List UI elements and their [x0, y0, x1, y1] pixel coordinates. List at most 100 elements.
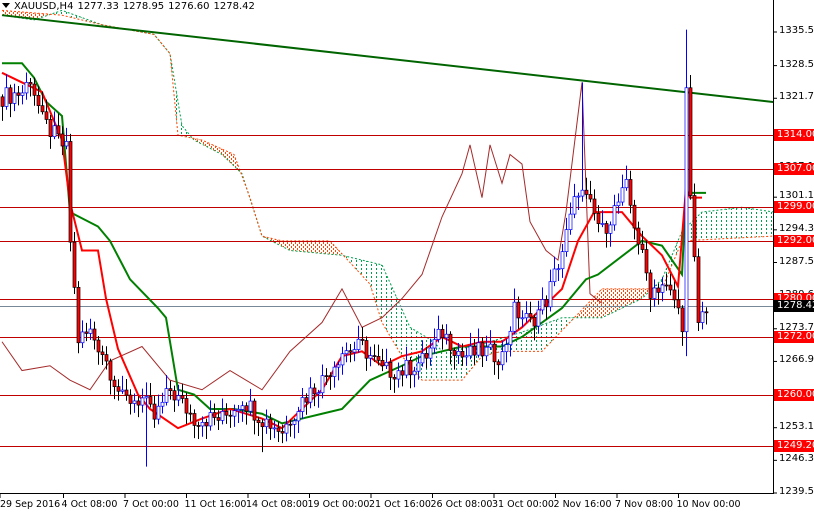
cloud-segment — [336, 247, 338, 255]
bear-candle-body — [664, 284, 669, 287]
cloud-segment — [324, 240, 326, 254]
bull-candle-body — [444, 333, 449, 339]
cloud-segment — [632, 288, 634, 304]
cloud-segment — [740, 207, 742, 238]
bull-candle-body — [520, 317, 525, 320]
dropdown-triangle-icon[interactable] — [2, 3, 10, 8]
bear-candle-body — [128, 394, 133, 404]
cloud-segment — [608, 288, 610, 315]
bull-candle-body — [296, 411, 301, 422]
bear-candle-body — [40, 105, 45, 113]
bear-candle-body — [188, 412, 193, 415]
trendline — [1, 14, 775, 104]
current-price-tag: 1278.42 — [774, 300, 814, 313]
bull-candle-body — [624, 179, 629, 189]
cloud-segment — [446, 350, 448, 381]
bear-candle-body — [100, 351, 105, 355]
cloud-segment — [520, 332, 522, 352]
axis-ticks — [0, 31, 777, 498]
ichimoku-cloud — [1, 9, 775, 381]
bull-candle-body — [80, 331, 85, 344]
cloud-segment — [366, 261, 368, 282]
bear-candle-body — [192, 413, 197, 426]
bull-candle-body — [508, 330, 513, 346]
cloud-segment — [322, 240, 324, 254]
bull-candle-body — [140, 397, 145, 406]
bull-candle-body — [468, 345, 473, 357]
bear-candle-body — [452, 350, 457, 356]
bull-candle-body — [572, 196, 577, 215]
cloud-segment — [540, 324, 542, 352]
cloud-segment — [702, 211, 704, 240]
cloud-segment — [516, 333, 518, 352]
cloud-segment — [770, 211, 772, 237]
high-value: 1278.95 — [122, 1, 165, 12]
bull-candle-body — [652, 287, 657, 299]
bear-candle-body — [112, 379, 117, 387]
bull-candle-body — [220, 411, 225, 421]
bear-candle-body — [84, 331, 89, 334]
time-tick-label: 4 Oct 08:00 — [61, 499, 118, 510]
bull-candle-body — [384, 361, 389, 367]
bull-candle-body — [356, 338, 361, 350]
cloud-segment — [700, 212, 702, 240]
candlesticks — [0, 29, 709, 467]
bull-candle-body — [344, 350, 349, 355]
bear-candle-body — [596, 212, 601, 224]
bull-candle-body — [612, 205, 617, 226]
cloud-segment — [746, 207, 748, 238]
level-price-tag: 1292.00 — [774, 234, 814, 247]
cloud-segment — [640, 288, 642, 300]
cloud-segment — [714, 210, 716, 240]
cloud-segment — [564, 317, 566, 329]
cloud-segment — [606, 288, 608, 316]
cloud-segment — [328, 240, 330, 255]
cloud-segment — [232, 153, 234, 166]
bull-candle-body — [144, 396, 149, 399]
cloud-segment — [554, 319, 556, 339]
bear-candle-body — [692, 195, 697, 258]
bull-candle-body — [436, 328, 441, 340]
cloud-segment — [558, 318, 560, 335]
cloud-segment — [588, 301, 590, 318]
bear-candle-body — [72, 241, 77, 288]
bear-candle-body — [252, 400, 257, 421]
cloud-segment — [724, 209, 726, 239]
bear-candle-body — [212, 412, 217, 418]
cloud-segment — [698, 213, 700, 241]
bear-candle-body — [216, 417, 221, 421]
cloud-segment — [414, 329, 416, 373]
bull-candle-body — [352, 349, 357, 353]
bear-candle-body — [472, 345, 477, 356]
bear-candle-body — [0, 96, 5, 107]
bull-candle-body — [500, 351, 505, 366]
bear-candle-body — [276, 427, 281, 432]
bull-candle-body — [464, 355, 469, 358]
bear-candle-body — [528, 313, 533, 318]
bull-candle-body — [608, 224, 613, 234]
bear-candle-body — [204, 422, 209, 427]
bear-candle-body — [28, 82, 33, 85]
bull-candle-body — [504, 344, 509, 353]
bull-candle-body — [548, 281, 553, 308]
bear-candle-body — [676, 299, 681, 309]
bull-candle-body — [600, 223, 605, 225]
cloud-segment — [400, 305, 402, 357]
cloud-segment — [766, 210, 768, 237]
tenkan-sen-line — [1, 71, 702, 430]
bear-candle-body — [224, 411, 229, 416]
bull-candle-body — [456, 350, 461, 356]
price-chart[interactable] — [0, 0, 814, 514]
bull-candle-body — [24, 82, 29, 94]
bear-candle-body — [348, 350, 353, 353]
cloud-segment — [500, 338, 502, 352]
cloud-segment — [758, 209, 760, 237]
bear-candle-body — [36, 94, 41, 107]
bull-candle-body — [176, 395, 181, 401]
cloud-segment — [296, 240, 298, 252]
open-value: 1277.33 — [77, 1, 119, 12]
bull-candle-body — [316, 392, 321, 395]
cloud-segment — [364, 260, 366, 280]
bear-candle-body — [668, 284, 673, 291]
cloud-segment — [726, 208, 728, 239]
